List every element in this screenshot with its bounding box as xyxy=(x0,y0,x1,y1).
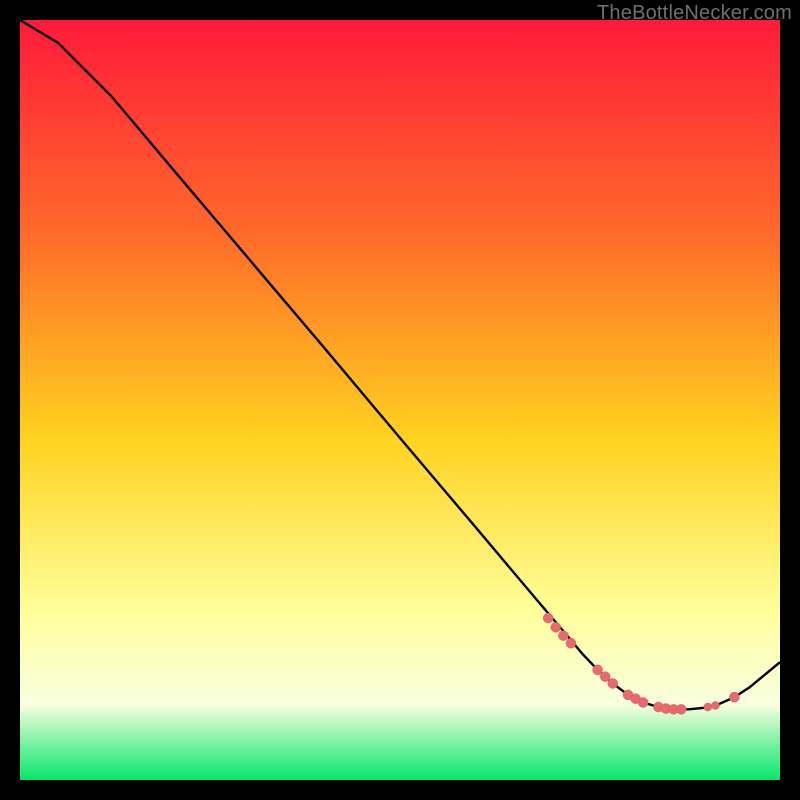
curve-marker xyxy=(711,702,719,710)
curve-marker xyxy=(704,703,712,711)
curve-marker xyxy=(593,665,603,675)
bottleneck-chart xyxy=(20,20,780,780)
chart-stage: TheBottleNecker.com xyxy=(0,0,800,800)
curve-marker xyxy=(638,697,648,707)
curve-marker xyxy=(676,704,686,714)
curve-marker xyxy=(543,613,553,623)
curve-marker xyxy=(608,678,618,688)
curve-marker xyxy=(558,631,568,641)
curve-marker xyxy=(566,638,576,648)
plot-area xyxy=(20,20,780,780)
curve-marker xyxy=(729,692,739,702)
gradient-background xyxy=(20,20,780,780)
curve-marker xyxy=(551,622,561,632)
curve-marker xyxy=(600,672,610,682)
